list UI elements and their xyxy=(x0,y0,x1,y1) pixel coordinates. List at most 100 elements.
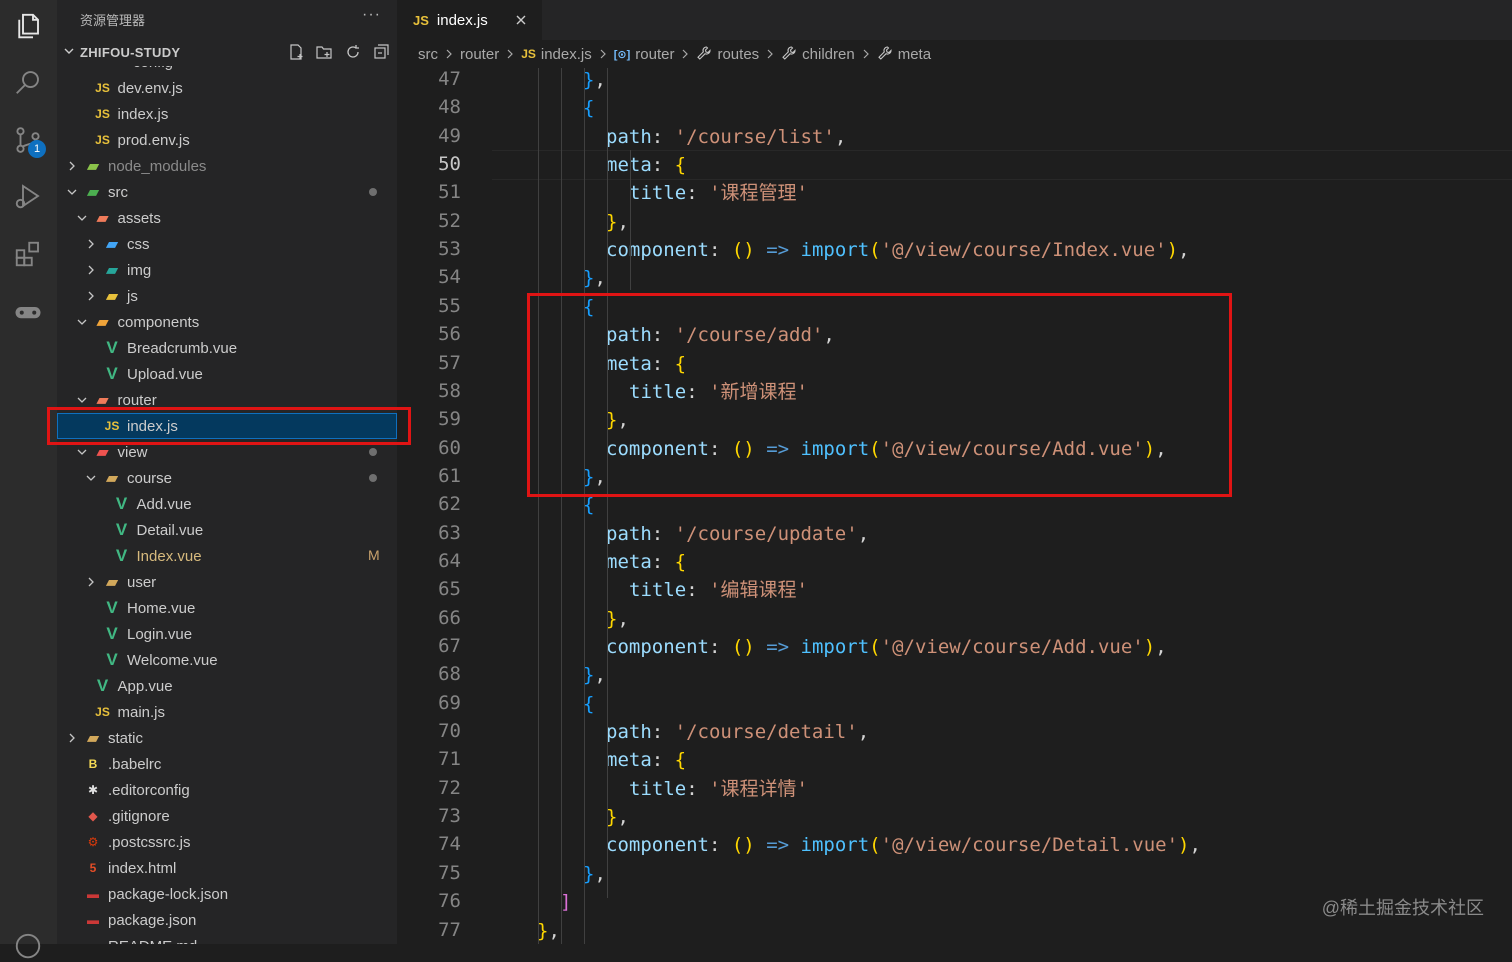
code-token: '/course/list' xyxy=(674,125,835,148)
breadcrumb-item[interactable]: src xyxy=(418,46,438,63)
tree-item-label: user xyxy=(127,573,157,591)
tree-item[interactable]: V Login.vue xyxy=(57,621,397,647)
tree-item[interactable]: ◆ .gitignore xyxy=(57,803,397,829)
tree-item[interactable]: JS prod.env.js xyxy=(57,127,397,153)
tab-label: index.js xyxy=(436,11,488,29)
code-line: title: '课程管理' xyxy=(629,179,808,207)
vue-file-icon: V xyxy=(106,338,118,357)
tree-item[interactable]: ▰ js xyxy=(57,283,397,309)
chevron-right-icon xyxy=(861,47,871,62)
code-line: }, xyxy=(583,860,606,888)
code-token: component xyxy=(606,636,709,658)
breadcrumb-label: index.js xyxy=(540,45,592,63)
js-file-icon: JS xyxy=(95,133,110,147)
breadcrumb-item[interactable]: [⊙] router xyxy=(614,46,675,63)
breadcrumb-item[interactable]: routes xyxy=(696,45,759,64)
code-token: : xyxy=(651,721,675,744)
code-content[interactable]: },{path: '/course/list', meta: {title: '课… xyxy=(492,68,1512,944)
code-token: { xyxy=(674,550,687,573)
tree-item[interactable]: ▰ course xyxy=(57,465,397,491)
code-token: => xyxy=(766,834,790,857)
tree-item[interactable]: ▬ package-lock.json xyxy=(57,881,397,907)
watermark: @稀土掘金技术社区 xyxy=(1321,898,1484,918)
gamepad-icon[interactable] xyxy=(12,296,44,328)
tree-item[interactable]: JS dev.env.js xyxy=(57,75,397,101)
breadcrumb-item[interactable]: meta xyxy=(877,45,931,64)
tree-item[interactable]: ▰ node_modules xyxy=(57,153,397,179)
code-editor[interactable]: 47 48 49 50 51 52 53 54 55 56 57 58 59 60 61 62 63 64 65 66… xyxy=(397,68,1512,944)
tree-item[interactable]: ▰ assets xyxy=(57,205,397,231)
tree-item[interactable]: ▰ css xyxy=(57,231,397,257)
line-number: 73 xyxy=(438,805,461,828)
img-folder-icon: ▰ xyxy=(105,262,119,279)
readme-file-icon: ▬ xyxy=(83,937,103,944)
tree-item-label: css xyxy=(127,235,150,253)
tree-item-label: components xyxy=(117,313,200,331)
tree-item[interactable]: V Welcome.vue xyxy=(57,647,397,673)
close-icon[interactable] xyxy=(514,13,528,27)
tree-item[interactable]: ▬ package.json xyxy=(57,907,397,933)
code-token: , xyxy=(857,721,870,744)
tree-item[interactable]: JS index.js xyxy=(57,101,397,127)
breadcrumb-item[interactable]: children xyxy=(781,45,855,64)
tree-item[interactable]: ▰ img xyxy=(57,257,397,283)
chevron-down-icon xyxy=(75,445,89,459)
tree-item[interactable]: 5 index.html xyxy=(57,855,397,881)
search-icon[interactable] xyxy=(12,66,44,98)
code-token: , xyxy=(617,607,629,630)
workspace-header[interactable]: ZHIFOU-STUDY xyxy=(57,40,397,66)
explorer-icon[interactable] xyxy=(12,10,44,42)
tree-item[interactable]: V Home.vue xyxy=(57,595,397,621)
tree-item-label: Breadcrumb.vue xyxy=(127,339,238,357)
tree-item[interactable]: JS main.js xyxy=(57,699,397,725)
tree-item[interactable]: ▰ static xyxy=(57,725,397,751)
breadcrumb-label: router xyxy=(635,45,675,63)
run-debug-icon[interactable] xyxy=(12,180,44,212)
chevron-down-icon xyxy=(75,393,89,407)
extensions-icon[interactable] xyxy=(12,238,44,270)
account-icon[interactable] xyxy=(12,930,44,962)
breadcrumb-item[interactable]: router xyxy=(460,46,499,63)
tree-item[interactable]: V Breadcrumb.vue xyxy=(57,335,397,361)
code-token: ) xyxy=(1178,834,1190,857)
tree-item[interactable]: V Index.vue M xyxy=(57,543,397,569)
tree-item[interactable]: ✱ .editorconfig xyxy=(57,777,397,803)
code-line: }, xyxy=(606,605,629,633)
tree-item[interactable]: V Detail.vue xyxy=(57,517,397,543)
indent-guide xyxy=(538,68,539,944)
tree-item[interactable]: V App.vue xyxy=(57,673,397,699)
new-folder-icon[interactable] xyxy=(315,43,335,63)
tree-item[interactable]: ▬ README.md xyxy=(57,933,397,945)
code-token: '@/view/course/Index.vue' xyxy=(880,239,1167,262)
tree-item[interactable]: ▰ src xyxy=(57,179,397,205)
new-file-icon[interactable] xyxy=(287,43,307,63)
node-folder-icon: ▰ xyxy=(86,158,100,175)
more-actions-icon[interactable]: ··· xyxy=(362,6,381,24)
assets-folder-icon: ▰ xyxy=(96,210,109,227)
tree-item[interactable]: ⚙ .postcssrc.js xyxy=(57,829,397,855)
js-file-icon: JS xyxy=(95,81,110,95)
line-number: 75 xyxy=(438,861,461,884)
tree-item-label: node_modules xyxy=(108,157,207,175)
line-number: 63 xyxy=(438,521,461,544)
indent-guide xyxy=(561,68,562,944)
tree-item[interactable]: V Add.vue xyxy=(57,491,397,517)
tree-item-label: Detail.vue xyxy=(136,521,204,539)
tree-item[interactable]: V Upload.vue xyxy=(57,361,397,387)
code-token: , xyxy=(1155,636,1167,658)
tree-item[interactable]: B .babelrc xyxy=(57,751,397,777)
breadcrumb-item[interactable]: JS index.js xyxy=(521,46,592,63)
tree-item[interactable]: ▰ user xyxy=(57,569,397,595)
tab-index-js[interactable]: JS index.js xyxy=(397,0,542,40)
code-token: : xyxy=(651,749,675,772)
collapse-all-icon[interactable] xyxy=(372,43,392,63)
tree-item[interactable]: ▰ components xyxy=(57,309,397,335)
refresh-icon[interactable] xyxy=(344,43,364,63)
